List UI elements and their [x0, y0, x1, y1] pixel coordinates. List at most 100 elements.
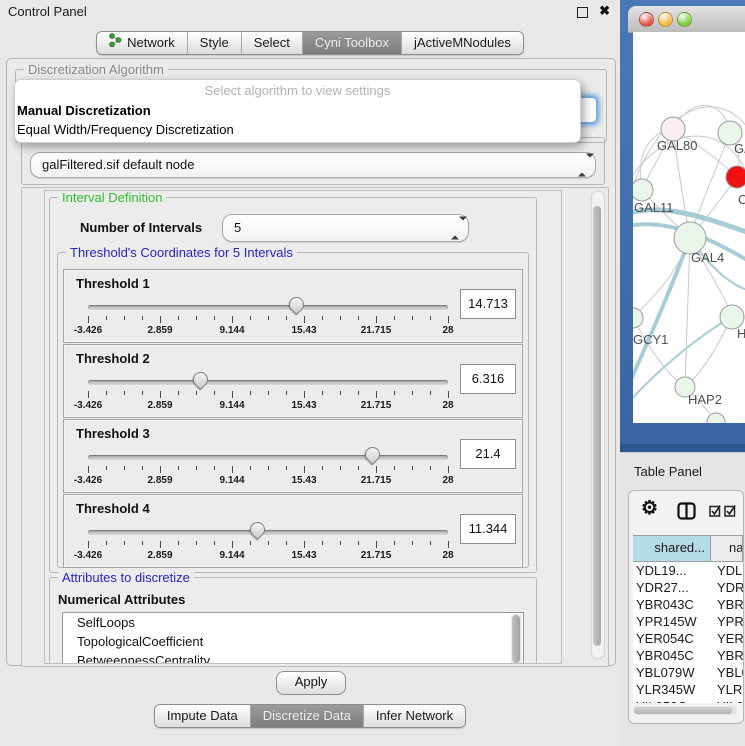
table-data-combobox[interactable]: galFiltered.sif default node — [30, 152, 596, 178]
network-edge-thick[interactable] — [633, 238, 690, 384]
table-cell[interactable]: YDL19 — [711, 562, 743, 579]
attribute-item-betweennesscentrality[interactable]: BetweennessCentrality — [63, 651, 523, 664]
threshold-label: Threshold 1 — [76, 276, 150, 291]
table-cell[interactable]: YLR345W — [633, 681, 711, 698]
list-scrollbar[interactable] — [511, 614, 522, 664]
table-cell[interactable]: YBR04 — [711, 596, 743, 613]
table-row[interactable]: YDR27...YDR27 — [633, 579, 743, 596]
table-row[interactable]: YBR045CYBR04 — [633, 647, 743, 664]
table-row[interactable]: YER054CYER05 — [633, 630, 743, 647]
checkbox-icon[interactable] — [724, 504, 737, 522]
table-cell[interactable]: YDR27 — [711, 579, 743, 596]
apply-button[interactable]: Apply — [276, 671, 346, 695]
settings-scrollbar-thumb[interactable] — [593, 206, 601, 646]
zoom-traffic-light[interactable] — [677, 12, 692, 27]
tab-select[interactable]: Select — [241, 32, 302, 54]
table-cell[interactable]: YBR04 — [711, 647, 743, 664]
column-header-shared[interactable]: shared... — [633, 536, 711, 561]
column-header-name[interactable]: na — [711, 536, 743, 561]
table-cell[interactable]: YBL079W — [633, 664, 711, 681]
panel-title: Control Panel — [8, 4, 87, 19]
minimize-traffic-light[interactable] — [658, 12, 673, 27]
network-node-item[interactable] — [707, 413, 725, 423]
table-cell[interactable]: YDR27... — [633, 579, 711, 596]
slider-tick-labels: -3.4262.8599.14415.4321.71528 — [88, 325, 448, 337]
tab-style[interactable]: Style — [187, 32, 241, 54]
group-title: Threshold's Coordinates for 5 Intervals — [66, 245, 297, 260]
table-cell[interactable]: YPR14 — [711, 613, 743, 630]
threshold-value-field[interactable]: 6.316 — [460, 364, 516, 394]
list-scrollbar-thumb[interactable] — [512, 615, 520, 663]
attribute-item-topologicalcoefficient[interactable]: TopologicalCoefficient — [63, 632, 523, 651]
table-horizontal-scrollbar-thumb[interactable] — [634, 707, 732, 714]
node-label: HAP2 — [688, 392, 722, 407]
float-window-icon[interactable] — [577, 7, 588, 18]
tab-impute-data[interactable]: Impute Data — [155, 705, 250, 727]
tick-label: 28 — [442, 325, 453, 336]
slider-track[interactable] — [88, 455, 448, 460]
tick-label: 9.144 — [219, 325, 244, 336]
tab-network[interactable]: Network — [97, 32, 187, 54]
number-of-intervals-label: Number of Intervals — [80, 220, 202, 235]
table-cell[interactable]: YPR145W — [633, 613, 711, 630]
settings-scrollbar[interactable] — [591, 191, 605, 659]
network-node-c[interactable] — [726, 166, 745, 188]
attribute-item-selfloops[interactable]: SelfLoops — [63, 613, 523, 632]
table-panel: ⚙ shared... na YDL19...YDL19YDR27 — [628, 490, 744, 724]
table-row[interactable]: YPR145WYPR14 — [633, 613, 743, 630]
network-edge[interactable] — [633, 318, 685, 387]
table-cell[interactable]: YBR045C — [633, 647, 711, 664]
gear-icon[interactable]: ⚙ — [641, 497, 658, 520]
slider-thumb[interactable] — [286, 294, 307, 315]
table-row[interactable]: YDL19...YDL19 — [633, 562, 743, 579]
table-cell[interactable]: YER054C — [633, 630, 711, 647]
thresholds-group: Threshold's Coordinates for 5 Intervals … — [57, 252, 529, 568]
table-row[interactable]: YBL079WYBL07 — [633, 664, 743, 681]
node-label: C — [738, 192, 745, 207]
close-icon[interactable]: ✖ — [599, 3, 610, 19]
table-panel-region: Table Panel ⚙ shared... na — [620, 452, 745, 746]
table-cell[interactable]: YBL07 — [711, 664, 743, 681]
table-row[interactable]: YIL052CYIL05 — [633, 698, 743, 703]
tab-infer-network[interactable]: Infer Network — [363, 705, 465, 727]
algorithm-option-manual-discretization[interactable]: Manual Discretization — [15, 101, 580, 120]
slider-thumb[interactable] — [189, 369, 210, 390]
network-edge[interactable] — [685, 238, 690, 387]
columns-icon[interactable] — [677, 502, 696, 525]
tick-label: 28 — [442, 400, 453, 411]
table-cell[interactable]: YDL19... — [633, 562, 711, 579]
table-row[interactable]: YLR345WYLR34 — [633, 681, 743, 698]
table-row[interactable]: YBR043CYBR04 — [633, 596, 743, 613]
tick-label: 9.144 — [219, 400, 244, 411]
table-cell[interactable]: YBR043C — [633, 596, 711, 613]
tick-label: -3.426 — [74, 550, 102, 561]
network-node-gal11[interactable] — [633, 179, 653, 201]
table-cell[interactable]: YER05 — [711, 630, 743, 647]
threshold-label: Threshold 2 — [76, 351, 150, 366]
table-cell[interactable]: YIL052C — [633, 698, 711, 703]
threshold-value-field[interactable]: 21.4 — [460, 439, 516, 469]
network-icon — [109, 32, 122, 54]
network-edge[interactable] — [685, 317, 732, 387]
slider-track[interactable] — [88, 530, 448, 535]
table-cell[interactable]: YIL05 — [711, 698, 743, 703]
checkbox-icon[interactable] — [709, 504, 722, 522]
slider-track[interactable] — [88, 305, 448, 310]
network-window-titlebar[interactable] — [628, 6, 745, 33]
close-traffic-light[interactable] — [639, 12, 654, 27]
tab-cyni-toolbox[interactable]: Cyni Toolbox — [302, 32, 401, 54]
threshold-value-field[interactable]: 11.344 — [460, 514, 516, 544]
threshold-value-field[interactable]: 14.713 — [460, 289, 516, 319]
tab-discretize-data[interactable]: Discretize Data — [250, 705, 363, 727]
slider-thumb[interactable] — [362, 444, 383, 465]
algorithm-option-equal-width-frequency-discretization[interactable]: Equal Width/Frequency Discretization — [15, 120, 580, 139]
network-canvas[interactable]: GAL80GACGAL11GAL4GCY1HHAP2 — [633, 32, 745, 423]
slider-track[interactable] — [88, 380, 448, 385]
slider-thumb[interactable] — [247, 519, 268, 540]
number-of-intervals-combobox[interactable]: 5 — [222, 214, 469, 242]
table-horizontal-scrollbar[interactable] — [633, 706, 737, 715]
tab-jactivemnodules[interactable]: jActiveMNodules — [401, 32, 523, 54]
tick-label: 21.715 — [361, 400, 392, 411]
network-node-gcy1[interactable] — [633, 308, 643, 328]
table-cell[interactable]: YLR34 — [711, 681, 743, 698]
